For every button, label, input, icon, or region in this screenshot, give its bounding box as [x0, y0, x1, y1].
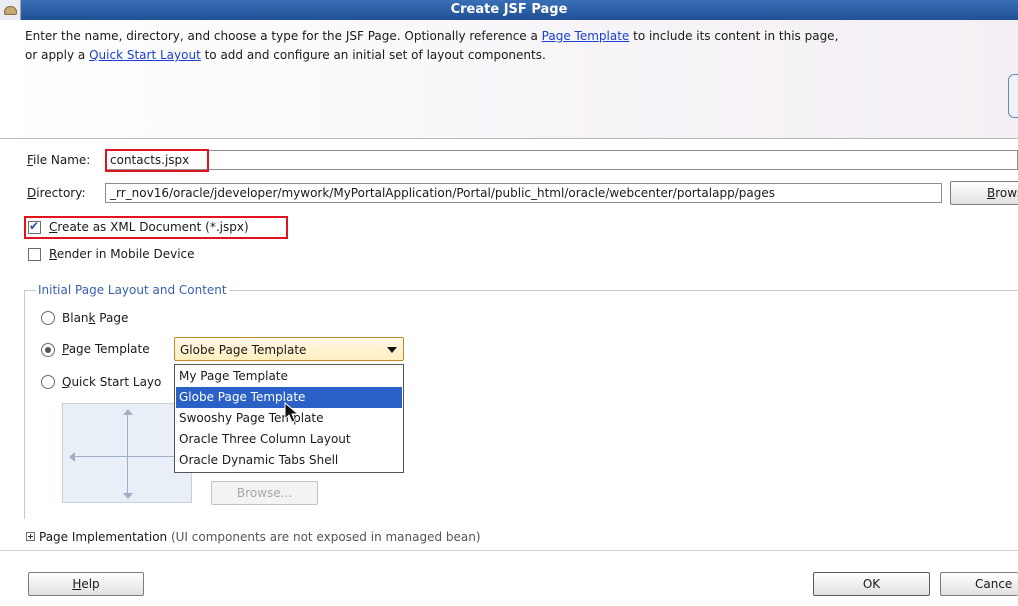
cancel-button[interactable]: Cance	[940, 572, 1018, 596]
file-name-field[interactable]: contacts.jspx	[105, 150, 1018, 170]
expand-icon[interactable]	[26, 532, 35, 541]
quick-start-label[interactable]: Quick Start Layo	[62, 375, 161, 389]
create-xml-highlight	[24, 216, 288, 239]
browse-directory-button[interactable]: Browse	[950, 181, 1018, 205]
blank-page-label[interactable]: Blank Page	[62, 311, 128, 325]
directory-label: Directory:	[27, 186, 86, 200]
dropdown-arrow-icon	[387, 347, 397, 353]
dropdown-item[interactable]: My Page Template	[176, 366, 402, 387]
arrow-left-icon	[69, 452, 75, 462]
page-implementation-label[interactable]: Page Implementation (UI components are n…	[39, 530, 481, 544]
footer-divider	[0, 550, 1018, 551]
render-mobile-label[interactable]: Render in Mobile Device	[49, 247, 195, 261]
file-name-label: File Name:	[27, 153, 91, 167]
file-name-highlight	[105, 149, 209, 172]
header-illustration-icon	[1008, 74, 1018, 118]
layout-browse-button[interactable]: Browse...	[211, 481, 318, 505]
layout-group-title: Initial Page Layout and Content	[36, 283, 229, 297]
page-template-link[interactable]: Page Template	[542, 29, 630, 43]
ok-button[interactable]: OK	[813, 572, 930, 596]
page-template-label[interactable]: Page Template	[62, 342, 150, 356]
window-title: Create JSF Page	[450, 2, 568, 17]
page-template-combo[interactable]: Globe Page Template	[174, 337, 404, 361]
dropdown-item[interactable]: Oracle Three Column Layout	[176, 429, 402, 450]
description-text: Enter the name, directory, and choose a …	[25, 29, 839, 62]
blank-page-radio[interactable]	[41, 311, 55, 325]
mouse-cursor-icon	[284, 402, 300, 423]
dropdown-item[interactable]: Oracle Dynamic Tabs Shell	[176, 450, 402, 471]
page-template-radio[interactable]	[41, 343, 55, 357]
arrow-down-icon	[123, 493, 133, 499]
directory-field[interactable]: _rr_nov16/oracle/jdeveloper/mywork/MyPor…	[105, 183, 942, 203]
quick-start-radio[interactable]	[41, 375, 55, 389]
title-bar: Create JSF Page	[0, 0, 1018, 20]
layout-preview	[62, 403, 192, 503]
quick-start-layout-link[interactable]: Quick Start Layout	[89, 48, 201, 62]
arrow-up-icon	[123, 409, 133, 415]
render-mobile-checkbox[interactable]	[28, 248, 41, 261]
help-button[interactable]: Help	[28, 572, 144, 596]
